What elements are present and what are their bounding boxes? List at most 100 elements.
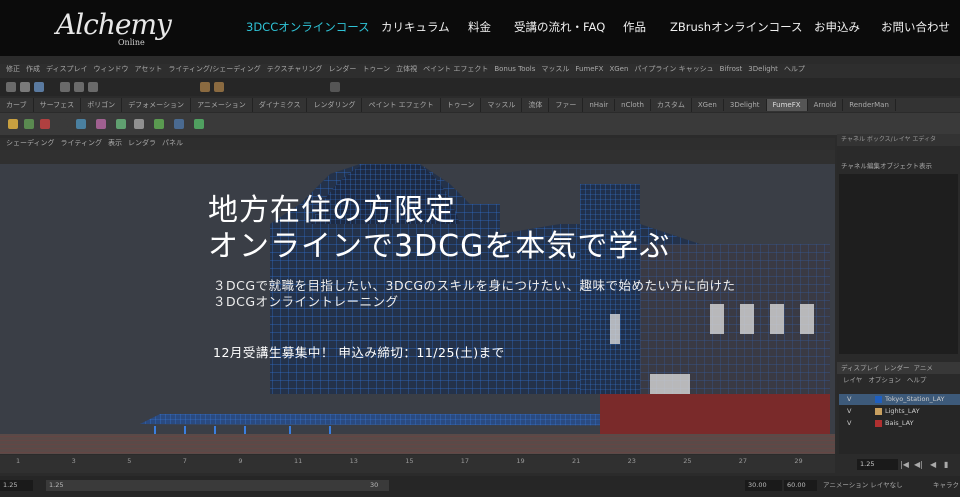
shelf-tab[interactable]: ポリゴン (81, 98, 123, 112)
shelf-tab[interactable]: RenderMan (843, 99, 896, 111)
layer-menu-item[interactable]: ヘルプ (907, 376, 927, 384)
panel-menu-item[interactable]: パネル (162, 139, 183, 147)
range-start-field[interactable]: 1.25 (0, 480, 33, 491)
menu-item[interactable]: ウィンドウ (94, 65, 129, 73)
layer-row[interactable]: V Bais_LAY (839, 418, 960, 429)
range-slider-bar[interactable]: 1.25 30 (46, 480, 389, 491)
menu-item[interactable]: パイプライン キャッシュ (634, 65, 713, 73)
timeline-tick-label: 11 (294, 457, 303, 465)
channel-menu-item[interactable]: 表示 (919, 162, 932, 170)
layer-name: Lights_LAY (885, 407, 920, 415)
shelf-tab[interactable]: 3Delight (724, 99, 767, 111)
shelf-tool-icon (40, 119, 50, 129)
shelf-tab[interactable]: サーフェス (34, 98, 82, 112)
shelf-tool-icon (134, 119, 144, 129)
shelf-tab[interactable]: XGen (692, 99, 724, 111)
shelf-tab[interactable]: トゥーン (441, 98, 482, 112)
menu-item[interactable]: マッスル (541, 65, 569, 73)
menu-item[interactable]: トゥーン (362, 65, 390, 73)
menu-item[interactable]: ディスプレイ (46, 65, 88, 73)
layer-visibility-toggle[interactable]: V (847, 418, 851, 429)
pause-icon[interactable]: ▮ (944, 460, 948, 469)
panel-menu-item[interactable]: 表示 (108, 139, 122, 147)
menu-item[interactable]: XGen (609, 65, 628, 73)
nav-3dcg-course[interactable]: 3DCCオンラインコース (246, 19, 370, 35)
shelf-tab[interactable]: Arnold (808, 99, 844, 111)
shelf-tab[interactable]: nHair (583, 99, 616, 111)
shelf-tool-icon (194, 119, 204, 129)
layer-tab[interactable]: ディスプレイ (841, 364, 880, 372)
channel-menu-item[interactable]: チャネル (841, 162, 867, 170)
menu-item[interactable]: FumeFX (575, 65, 603, 73)
range-end-field[interactable]: 30.00 (745, 480, 782, 491)
shelf-tab[interactable]: FumeFX (766, 99, 808, 111)
shelf-tab[interactable]: カスタム (651, 98, 692, 112)
shelf-tab[interactable]: マッスル (481, 98, 523, 112)
ipr-render-icon (214, 82, 224, 92)
layer-visibility-toggle[interactable]: V (847, 394, 851, 405)
channel-box-panel: チャネル ボックス/レイヤ エディタ チャネル編集オブジェクト表示 ディスプレイ… (837, 134, 960, 454)
menu-item[interactable]: 修正 (6, 65, 20, 73)
panel-menu-item[interactable]: シェーディング (6, 139, 55, 147)
menu-item[interactable]: 立体視 (396, 65, 417, 73)
shelf-tab[interactable]: ダイナミクス (253, 98, 308, 112)
menu-item[interactable]: Bonus Tools (494, 65, 535, 73)
viewport-panel-toolbar (0, 150, 835, 164)
shelf-tool-icon (58, 119, 68, 129)
nav-works[interactable]: 作品 (623, 19, 646, 35)
step-back-icon[interactable]: |◀ (900, 460, 909, 469)
menu-item[interactable]: ヘルプ (784, 65, 805, 73)
logo[interactable]: Alchemy Online (56, 8, 172, 50)
shelf-tab[interactable]: カーブ (0, 98, 34, 112)
shelf-tab[interactable]: 流体 (522, 98, 550, 112)
layer-color-swatch[interactable] (875, 408, 882, 415)
nav-zbrush-course[interactable]: ZBrushオンラインコース (670, 19, 803, 35)
timeline-tick-label: 29 (794, 457, 803, 465)
layer-row[interactable]: V Tokyo_Station_LAY (839, 394, 960, 405)
shelf-tab[interactable]: nCloth (615, 99, 651, 111)
layer-tab[interactable]: アニメ (914, 364, 933, 372)
layer-menu-item[interactable]: オプション (868, 376, 901, 384)
layer-row[interactable]: V Lights_LAY (839, 406, 960, 417)
nav-curriculum[interactable]: カリキュラム (381, 19, 450, 35)
menu-item[interactable]: ペイント エフェクト (423, 65, 488, 73)
nav-flow-faq[interactable]: 受講の流れ・FAQ (514, 19, 605, 35)
shelf-tool-icon (24, 119, 34, 129)
menu-item[interactable]: Bifrost (720, 65, 743, 73)
menu-item[interactable]: ライティング/シェーディング (168, 65, 260, 73)
range-max-field[interactable]: 60.00 (784, 480, 817, 491)
menu-item[interactable]: 3Delight (748, 65, 778, 73)
shelf-tab[interactable]: ファー (549, 98, 584, 112)
layer-tab[interactable]: レンダー (884, 364, 910, 372)
menu-item[interactable]: レンダー (328, 65, 356, 73)
maya-screenshot-background: 修正 作成 ディスプレイ ウィンドウ アセット ライティング/シェーディング テクスチャリン… (0, 56, 960, 497)
shelf-tab[interactable]: アニメーション (191, 98, 253, 112)
shelf-tab[interactable]: レンダリング (307, 98, 363, 112)
timeline-tick-label: 3 (71, 457, 76, 465)
nav-pricing[interactable]: 料金 (468, 19, 491, 35)
shelf-tab[interactable]: デフォメーション (122, 98, 192, 112)
layer-menu-item[interactable]: レイヤ (843, 376, 862, 384)
shelf-tab[interactable]: ペイント エフェクト (362, 98, 441, 112)
channel-menu-item[interactable]: 編集 (867, 162, 880, 170)
enrollment-notice: 12月受講生募集中！ 申込み締切：11/25(土)まで (213, 345, 505, 360)
menu-item[interactable]: テクスチャリング (267, 65, 323, 73)
menu-item[interactable]: 作成 (26, 65, 40, 73)
prev-frame-icon[interactable]: ◀| (914, 460, 923, 469)
layer-color-swatch[interactable] (875, 396, 882, 403)
nav-apply[interactable]: お申込み (814, 19, 860, 35)
layer-visibility-toggle[interactable]: V (847, 406, 851, 417)
hero-subtitle-line2: ３DCGオンライントレーニング (213, 294, 399, 309)
menu-item[interactable]: アセット (135, 65, 163, 73)
nav-contact[interactable]: お問い合わせ (881, 19, 950, 35)
viewport-panel-menu: シェーディング ライティング 表示 レンダラ パネル (0, 138, 835, 150)
current-frame-field[interactable]: 1.25 (857, 459, 898, 470)
channel-menu-item[interactable]: オブジェクト (880, 162, 919, 170)
panel-menu-item[interactable]: レンダラ (128, 139, 156, 147)
layer-editor-menu: レイヤ オプション ヘルプ (837, 374, 960, 386)
hero-title-line2: オンラインで3DCGを本気で学ぶ (208, 229, 671, 264)
play-back-icon[interactable]: ◀ (930, 460, 936, 469)
panel-menu-item[interactable]: ライティング (61, 139, 102, 147)
layer-color-swatch[interactable] (875, 420, 882, 427)
channel-box-menu: チャネル編集オブジェクト表示 (837, 160, 960, 172)
